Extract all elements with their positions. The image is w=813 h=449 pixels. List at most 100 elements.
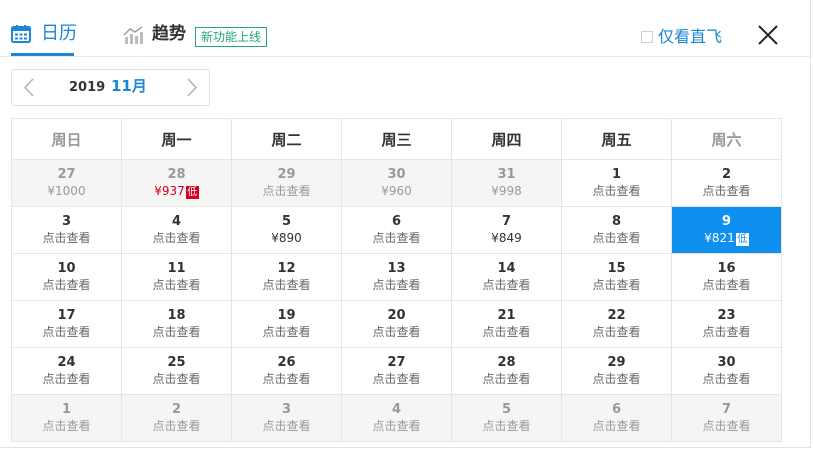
calendar-day-cell[interactable]: 8 点击查看 <box>561 206 672 254</box>
weekday-sat: 周六 <box>671 118 782 160</box>
chevron-left-icon[interactable] <box>22 78 36 97</box>
day-subtext: 点击查看 <box>562 277 671 294</box>
calendar-day-cell[interactable]: 14 点击查看 <box>451 253 562 301</box>
close-icon[interactable] <box>757 24 779 46</box>
day-price: ¥1000 <box>47 183 86 198</box>
day-number: 26 <box>277 354 296 370</box>
calendar-day-cell[interactable]: 1 点击查看 <box>11 394 122 442</box>
calendar-day-cell[interactable]: 11 点击查看 <box>121 253 232 301</box>
day-price: ¥998 <box>491 183 522 198</box>
day-number: 10 <box>57 260 76 276</box>
day-price: ¥821 <box>704 230 735 245</box>
calendar-grid: 周日 周一 周二 周三 周四 周五 周六 27 ¥1000 28 ¥937 低 29 点击查… <box>11 118 782 442</box>
day-subtext: ¥890 <box>232 230 341 247</box>
calendar-week-row: 17 点击查看 18 点击查看 19 点击查看 20 点击查看 21 点击查看 22 点击查看 23 点击… <box>11 300 782 348</box>
day-number: 30 <box>717 354 736 370</box>
calendar-day-cell[interactable]: 4 点击查看 <box>121 206 232 254</box>
calendar-day-cell[interactable]: 18 点击查看 <box>121 300 232 348</box>
calendar-day-cell[interactable]: 31 ¥998 <box>451 159 562 207</box>
calendar-day-cell[interactable]: 21 点击查看 <box>451 300 562 348</box>
day-subtext: 点击查看 <box>232 183 341 200</box>
calendar-day-cell[interactable]: 30 点击查看 <box>671 347 782 395</box>
day-subtext: 点击查看 <box>232 277 341 294</box>
calendar-day-cell[interactable]: 24 点击查看 <box>11 347 122 395</box>
chevron-right-icon[interactable] <box>185 78 199 97</box>
calendar-day-cell[interactable]: 28 点击查看 <box>451 347 562 395</box>
month-selector: 2019 11月 <box>11 69 210 106</box>
day-subtext: 点击查看 <box>562 418 671 435</box>
day-subtext: 点击查看 <box>12 418 121 435</box>
calendar-day-cell[interactable]: 5 点击查看 <box>451 394 562 442</box>
calendar-day-cell[interactable]: 19 点击查看 <box>231 300 342 348</box>
view-price-link: 点击查看 <box>482 418 531 433</box>
day-number: 24 <box>57 354 76 370</box>
calendar-day-cell[interactable]: 27 点击查看 <box>341 347 452 395</box>
calendar-day-cell[interactable]: 7 点击查看 <box>671 394 782 442</box>
calendar-day-cell[interactable]: 16 点击查看 <box>671 253 782 301</box>
view-price-link: 点击查看 <box>262 418 311 433</box>
view-price-link: 点击查看 <box>482 277 531 292</box>
direct-only-label: 仅看直飞 <box>658 27 723 46</box>
calendar-day-cell[interactable]: 30 ¥960 <box>341 159 452 207</box>
calendar-day-cell[interactable]: 5 ¥890 <box>231 206 342 254</box>
calendar-day-cell[interactable]: 2 点击查看 <box>671 159 782 207</box>
year-label: 2019 <box>69 80 106 95</box>
view-price-link: 点击查看 <box>592 183 641 198</box>
day-number: 29 <box>607 354 626 370</box>
view-price-link: 点击查看 <box>702 324 751 339</box>
day-number: 16 <box>717 260 736 276</box>
calendar-day-cell[interactable]: 7 ¥849 <box>451 206 562 254</box>
day-subtext: 点击查看 <box>452 418 561 435</box>
calendar-day-cell[interactable]: 27 ¥1000 <box>11 159 122 207</box>
calendar-day-cell[interactable]: 23 点击查看 <box>671 300 782 348</box>
calendar-day-cell[interactable]: 1 点击查看 <box>561 159 672 207</box>
day-subtext: 点击查看 <box>672 183 781 200</box>
day-price: ¥960 <box>381 183 412 198</box>
view-price-link: 点击查看 <box>262 277 311 292</box>
calendar-day-cell[interactable]: 4 点击查看 <box>341 394 452 442</box>
view-price-link: 点击查看 <box>592 371 641 386</box>
weekday-header-row: 周日 周一 周二 周三 周四 周五 周六 <box>11 118 782 160</box>
calendar-day-cell[interactable]: 17 点击查看 <box>11 300 122 348</box>
calendar-day-cell[interactable]: 2 点击查看 <box>121 394 232 442</box>
view-price-link: 点击查看 <box>262 371 311 386</box>
view-price-link: 点击查看 <box>702 371 751 386</box>
day-subtext: 点击查看 <box>232 418 341 435</box>
view-price-link: 点击查看 <box>592 230 641 245</box>
calendar-week-row: 3 点击查看 4 点击查看 5 ¥890 6 点击查看 7 ¥849 8 点击查看 9 ¥821 低 <box>11 206 782 254</box>
calendar-day-cell[interactable]: 13 点击查看 <box>341 253 452 301</box>
calendar-day-cell[interactable]: 26 点击查看 <box>231 347 342 395</box>
checkbox-box[interactable] <box>641 31 653 43</box>
calendar-day-cell[interactable]: 29 点击查看 <box>561 347 672 395</box>
calendar-day-cell[interactable]: 28 ¥937 低 <box>121 159 232 207</box>
calendar-day-cell[interactable]: 6 点击查看 <box>341 206 452 254</box>
header: 日历 趋势 新功能上线 仅看直飞 <box>0 0 810 57</box>
day-number: 3 <box>61 213 72 229</box>
day-subtext: 点击查看 <box>122 418 231 435</box>
day-price: ¥937 <box>154 183 185 198</box>
calendar-day-cell[interactable]: 3 点击查看 <box>11 206 122 254</box>
day-number: 31 <box>497 166 516 182</box>
view-price-link: 点击查看 <box>702 418 751 433</box>
calendar-day-cell[interactable]: 29 点击查看 <box>231 159 342 207</box>
day-subtext: 点击查看 <box>562 371 671 388</box>
weekday-mon: 周一 <box>121 118 232 160</box>
calendar-day-cell[interactable]: 25 点击查看 <box>121 347 232 395</box>
day-subtext: ¥937 低 <box>122 183 231 200</box>
calendar-day-cell[interactable]: 10 点击查看 <box>11 253 122 301</box>
day-number: 6 <box>611 401 622 417</box>
calendar-day-cell[interactable]: 9 ¥821 低 <box>671 206 782 254</box>
calendar-day-cell[interactable]: 6 点击查看 <box>561 394 672 442</box>
weekday-wed: 周三 <box>341 118 452 160</box>
day-subtext: 点击查看 <box>452 371 561 388</box>
calendar-day-cell[interactable]: 12 点击查看 <box>231 253 342 301</box>
day-subtext: 点击查看 <box>122 324 231 341</box>
weekday-tue: 周二 <box>231 118 342 160</box>
calendar-day-cell[interactable]: 20 点击查看 <box>341 300 452 348</box>
calendar-day-cell[interactable]: 15 点击查看 <box>561 253 672 301</box>
calendar-day-cell[interactable]: 22 点击查看 <box>561 300 672 348</box>
day-subtext: ¥1000 <box>12 183 121 200</box>
day-subtext: 点击查看 <box>232 371 341 388</box>
calendar-day-cell[interactable]: 3 点击查看 <box>231 394 342 442</box>
calendar-week-row: 24 点击查看 25 点击查看 26 点击查看 27 点击查看 28 点击查看 29 点击查看 30 点击… <box>11 347 782 395</box>
